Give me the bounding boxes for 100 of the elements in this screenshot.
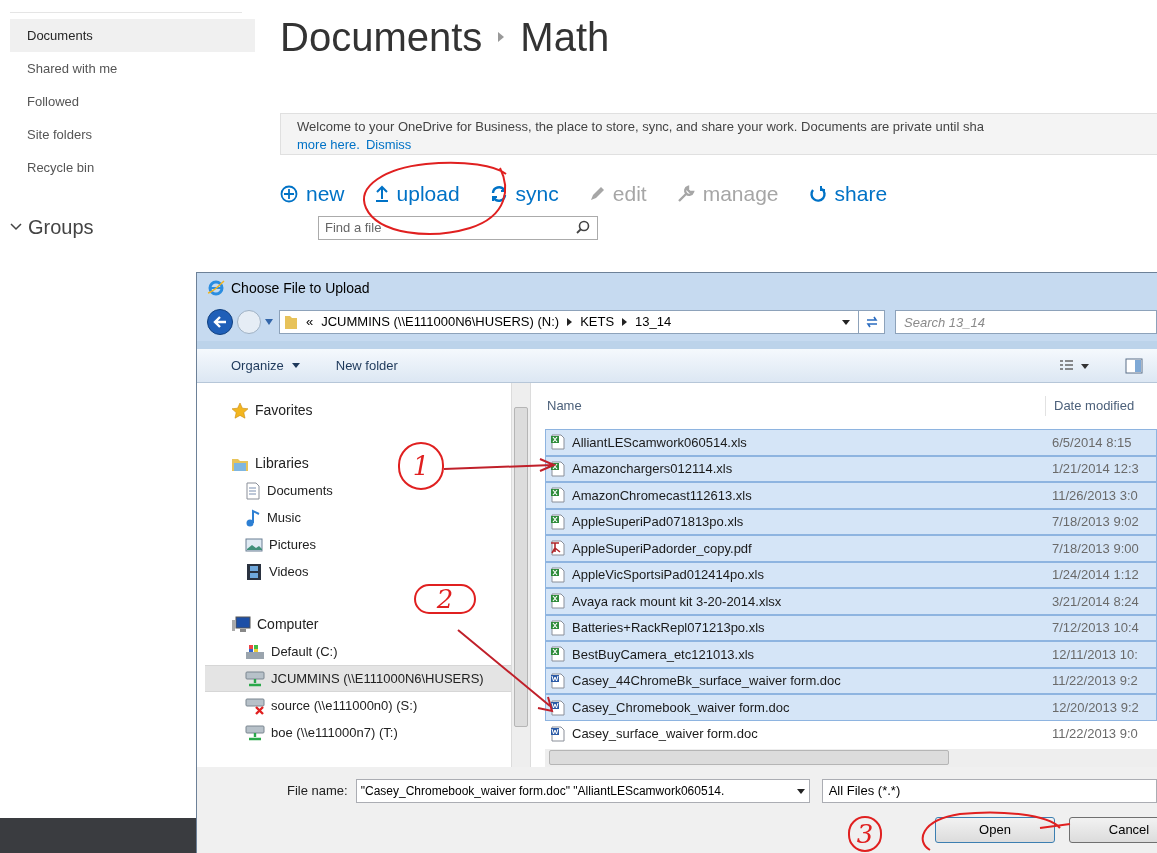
nav-item[interactable]: Libraries bbox=[205, 450, 313, 477]
handwritten-number: 1 bbox=[398, 442, 444, 490]
nav-item[interactable]: boe (\\e111000n7) (T:) bbox=[205, 719, 402, 746]
dropdown-arrow-icon bbox=[291, 363, 300, 368]
file-row[interactable]: Batteries+RackRepl071213po.xls 7/12/2013 10:4 bbox=[545, 614, 1157, 642]
nav-item[interactable]: source (\\e111000n0) (S:) bbox=[205, 692, 422, 719]
chevron-icon bbox=[10, 223, 22, 231]
address-segment[interactable]: KETS bbox=[580, 312, 615, 332]
folder-icon bbox=[284, 314, 298, 330]
dialog-button[interactable]: Open bbox=[935, 817, 1055, 843]
sidebar-item[interactable]: Followed bbox=[10, 85, 255, 118]
toolbar-button[interactable]: new bbox=[280, 178, 345, 210]
document-file-icon bbox=[550, 673, 566, 689]
file-row[interactable]: Avaya rack mount kit 3-20-2014.xlsx 3/21/2014 8:24 bbox=[545, 588, 1157, 615]
file-row[interactable]: Casey_surface_waiver form.doc 11/22/2013 9:0 bbox=[545, 720, 1157, 748]
nav-item[interactable]: Videos bbox=[205, 558, 313, 585]
file-name-field[interactable]: "Casey_Chromebook_waiver form.doc" "AlliantLEScamwork060514. bbox=[355, 779, 810, 803]
address-segment[interactable]: « bbox=[306, 312, 314, 332]
column-header[interactable]: Date modified bbox=[1045, 396, 1135, 416]
nav-item[interactable]: Pictures bbox=[205, 531, 320, 558]
document-file-icon bbox=[550, 726, 566, 742]
command-button[interactable]: New folder bbox=[335, 355, 398, 376]
search-icon bbox=[576, 220, 590, 234]
toolbar-button[interactable]: sync bbox=[489, 178, 559, 210]
groups-toggle[interactable]: Groups bbox=[10, 212, 94, 242]
banner-link[interactable]: Dismiss bbox=[365, 136, 412, 154]
breadcrumb-separator-icon bbox=[498, 32, 505, 42]
disconnected-drive-icon bbox=[245, 696, 265, 715]
sync-icon bbox=[489, 185, 508, 203]
back-button[interactable] bbox=[207, 309, 233, 335]
nav-item[interactable]: Music bbox=[205, 504, 305, 531]
spreadsheet-file-icon bbox=[550, 460, 566, 477]
file-row[interactable]: Casey_Chromebook_waiver form.doc 12/20/2013 9:2 bbox=[545, 694, 1157, 721]
command-button[interactable]: Organize bbox=[231, 355, 300, 376]
dropdown-arrow-icon bbox=[842, 319, 850, 325]
spreadsheet-file-icon bbox=[550, 513, 566, 530]
column-header[interactable]: Name bbox=[545, 396, 1045, 416]
file-row[interactable]: BestBuyCamera_etc121013.xls 12/11/2013 10: bbox=[545, 641, 1157, 668]
dropdown-arrow-icon bbox=[265, 319, 273, 325]
breadcrumb-item: Math bbox=[520, 17, 610, 57]
dropdown-arrow-icon bbox=[796, 788, 805, 794]
share-icon bbox=[808, 185, 827, 203]
find-field[interactable]: Find a file bbox=[318, 215, 598, 240]
file-row[interactable]: Casey_44ChromeBk_surface_waiver form.doc 11/22/2013 9:2 bbox=[545, 667, 1157, 695]
banner-text: Welcome to your OneDrive for Business, the place to store, sync, and share your work. Documents are private until sha bbox=[297, 118, 985, 136]
file-row[interactable]: Amazonchargers012114.xls 1/21/2014 12:3 bbox=[545, 455, 1157, 483]
computer-icon bbox=[231, 615, 251, 634]
music-note-icon bbox=[245, 508, 261, 527]
path-separator-icon bbox=[567, 318, 573, 326]
search-field[interactable]: Search 13_14 bbox=[895, 310, 1157, 334]
document-file-icon bbox=[550, 699, 566, 716]
address-segment[interactable]: 13_14 bbox=[635, 312, 672, 332]
address-segment[interactable]: JCUMMINS (\\E111000N6\HUSERS) (N:) bbox=[321, 312, 560, 332]
sidebar-item[interactable]: Recycle bin bbox=[10, 151, 255, 184]
banner-link[interactable]: more here. bbox=[297, 136, 360, 154]
view-options-icon bbox=[1059, 358, 1089, 373]
spreadsheet-file-icon bbox=[550, 646, 566, 663]
spreadsheet-file-icon bbox=[550, 619, 566, 636]
nav-item[interactable]: Default (C:) bbox=[205, 638, 342, 665]
nav-item[interactable]: Documents bbox=[205, 477, 337, 504]
nav-item[interactable]: Computer bbox=[205, 611, 323, 638]
spreadsheet-file-icon bbox=[550, 487, 566, 504]
file-row[interactable]: AmazonChromecast112613.xls 11/26/2013 3:0 bbox=[545, 482, 1157, 509]
file-row[interactable]: AlliantLEScamwork060514.xls 6/5/2014 8:15 bbox=[545, 429, 1157, 456]
handwritten-number: 2 bbox=[414, 584, 476, 614]
file-row[interactable]: AppleSuperiPad071813po.xls 7/18/2013 9:02 bbox=[545, 508, 1157, 536]
toolbar-button[interactable]: upload bbox=[374, 178, 460, 210]
file-row[interactable]: AppleVicSportsiPad012414po.xls 1/24/2014 1:12 bbox=[545, 561, 1157, 589]
pencil-icon bbox=[588, 186, 605, 202]
picture-icon bbox=[245, 536, 263, 553]
drive-icon bbox=[245, 642, 265, 661]
upload-icon bbox=[374, 185, 389, 203]
wrench-icon bbox=[676, 185, 695, 203]
network-drive-icon bbox=[245, 669, 265, 688]
browser-icon bbox=[207, 279, 225, 297]
sidebar-item[interactable]: Site folders bbox=[10, 118, 255, 151]
star-icon bbox=[231, 401, 249, 420]
file-row[interactable]: AppleSuperiPadorder_copy.pdf 7/18/2013 9:00 bbox=[545, 535, 1157, 562]
toolbar-button[interactable]: share bbox=[808, 178, 888, 210]
refresh-icon bbox=[864, 316, 879, 328]
film-icon bbox=[245, 562, 263, 581]
path-separator-icon bbox=[622, 318, 628, 326]
dialog-title: Choose File to Upload bbox=[231, 278, 370, 298]
sidebar-item[interactable]: Shared with me bbox=[10, 52, 255, 85]
sidebar-item[interactable]: Documents bbox=[10, 19, 255, 52]
breadcrumb-item[interactable]: Documents bbox=[280, 17, 483, 57]
handwritten-number: 3 bbox=[848, 816, 882, 852]
nav-item[interactable]: JCUMMINS (\\E111000N6\HUSERS) bbox=[205, 665, 511, 692]
network-drive-icon bbox=[245, 723, 265, 742]
dialog-button[interactable]: Cancel bbox=[1069, 817, 1157, 843]
address-bar[interactable]: « JCUMMINS (\\E111000N6\HUSERS) (N:) KETS 13_14 bbox=[279, 310, 885, 334]
back-arrow-icon bbox=[213, 316, 227, 328]
file-type-select[interactable]: All Files (*.*) bbox=[821, 779, 1157, 803]
nav-item[interactable]: Favorites bbox=[205, 397, 317, 424]
spreadsheet-file-icon bbox=[550, 593, 566, 610]
spreadsheet-file-icon bbox=[550, 434, 566, 451]
spreadsheet-file-icon bbox=[550, 566, 566, 583]
plus-circle-icon bbox=[280, 185, 298, 203]
preview-pane-icon bbox=[1125, 357, 1143, 374]
file-name-label: File name: bbox=[287, 782, 348, 801]
